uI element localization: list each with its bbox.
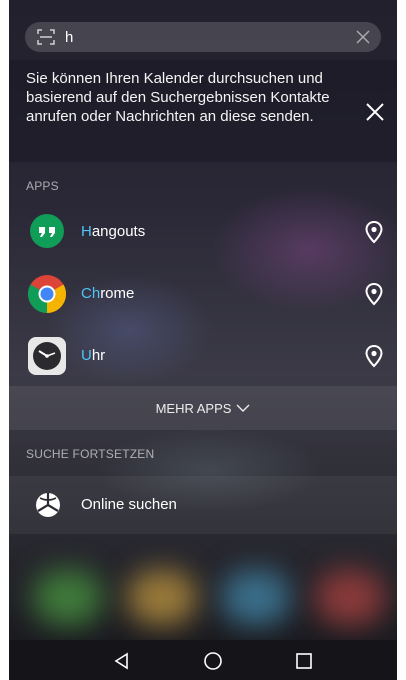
phone-screen: h Sie können Ihren Kalender durchsuchen … [9,0,397,680]
blurred-home-dock [9,560,397,640]
scan-icon[interactable] [37,28,55,46]
app-row-chrome[interactable]: Chrome [9,263,397,325]
home-icon[interactable] [203,651,223,671]
app-label-hangouts: Hangouts [81,223,146,240]
chevron-down-icon [236,404,250,412]
apps-section-header: APPS [26,179,59,193]
hangouts-icon [30,214,64,248]
back-icon[interactable] [112,651,132,671]
search-bar[interactable]: h [25,22,381,52]
blurred-app-icon [33,570,103,625]
blurred-app-icon [221,570,291,625]
search-input[interactable]: h [65,29,73,46]
blurred-app-icon [127,570,197,625]
search-tip-text: Sie können Ihren Kalender durchsuchen un… [26,70,330,125]
navigation-bar [9,640,397,680]
close-tip-icon[interactable] [363,100,387,124]
app-row-uhr[interactable]: Uhr [9,325,397,387]
chrome-icon [27,275,67,314]
continue-search-header: SUCHE FORTSETZEN [26,447,155,461]
clock-icon [28,337,66,375]
online-search-label: Online suchen [81,496,177,513]
online-search-icon [36,493,60,517]
location-pin-icon[interactable] [363,220,385,244]
app-label-uhr: Uhr [81,347,106,364]
clear-search-icon[interactable] [353,27,373,47]
online-search-item[interactable]: Online suchen [9,476,397,534]
recents-icon[interactable] [294,651,314,671]
more-apps-button[interactable]: MEHR APPS [9,386,397,430]
location-pin-icon[interactable] [363,344,385,368]
location-pin-icon[interactable] [363,282,385,306]
more-apps-label: MEHR APPS [155,400,232,416]
search-tip-panel: Sie können Ihren Kalender durchsuchen un… [9,60,397,162]
app-row-hangouts[interactable]: Hangouts [9,201,397,263]
blurred-app-icon [315,570,385,625]
app-label-chrome: Chrome [81,285,135,302]
